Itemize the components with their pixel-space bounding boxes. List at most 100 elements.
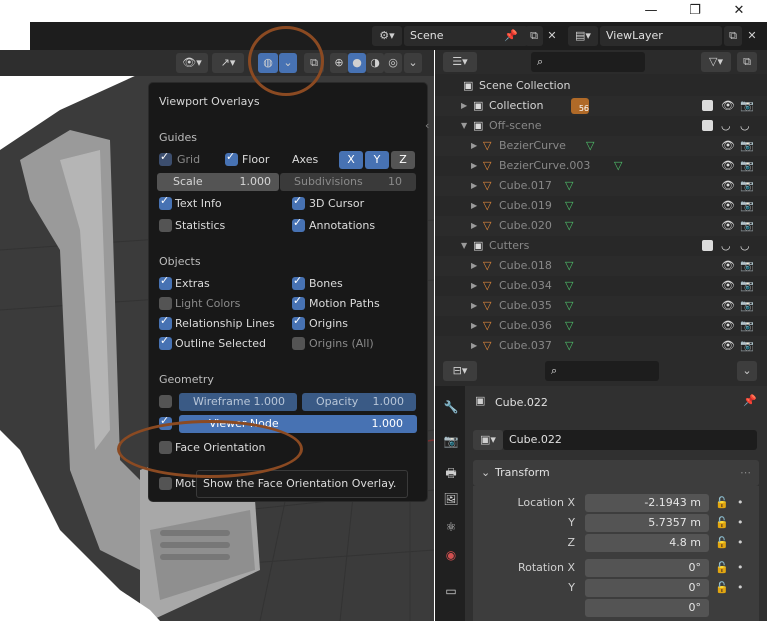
eye-icon[interactable]: 👁: [721, 336, 735, 356]
pin-icon[interactable]: 📌: [743, 394, 757, 407]
new-viewlayer-icon[interactable]: ⧉: [724, 26, 742, 46]
bones-checkbox[interactable]: [292, 274, 305, 290]
world-tab-icon[interactable]: ◉: [443, 548, 459, 564]
collection-tab-icon[interactable]: ▭: [443, 584, 459, 600]
editor-type-icon[interactable]: ⊟▾: [443, 361, 477, 381]
mesh-data-icon[interactable]: ▽: [565, 276, 573, 296]
outliner-row[interactable]: ▶ ▽ Cube.017 ▽ 👁 📷: [435, 176, 767, 196]
location-z-field[interactable]: 4.8 m: [585, 534, 709, 552]
camera-icon[interactable]: 📷: [740, 296, 754, 316]
render-tab-icon[interactable]: 📷: [443, 434, 459, 450]
camera-icon[interactable]: 📷: [740, 176, 754, 196]
maximize-icon[interactable]: ❐: [686, 3, 704, 19]
expand-arrow-icon[interactable]: ▶: [471, 296, 477, 316]
outliner-row[interactable]: ▶ ▽ Cube.037 ▽ 👁 📷: [435, 336, 767, 356]
camera-icon[interactable]: 📷: [740, 216, 754, 236]
exclude-checkbox[interactable]: [702, 240, 713, 251]
scale-field[interactable]: Scale 1.000: [157, 173, 279, 191]
opacity-field[interactable]: Opacity 1.000: [302, 393, 416, 411]
expand-arrow-icon[interactable]: ▶: [471, 256, 477, 276]
axis-y-toggle[interactable]: Y: [365, 151, 389, 169]
output-tab-icon[interactable]: 🖶: [443, 464, 459, 480]
3d-cursor-checkbox[interactable]: [292, 194, 305, 210]
exclude-checkbox[interactable]: [702, 120, 713, 131]
motion-tracking-checkbox[interactable]: [159, 477, 172, 490]
location-y-field[interactable]: 5.7357 m: [585, 514, 709, 532]
new-scene-icon[interactable]: ⧉: [525, 26, 543, 46]
annotations-checkbox[interactable]: [292, 216, 305, 232]
rotation-y-field[interactable]: 0°: [585, 579, 709, 597]
eye-icon[interactable]: 👁: [721, 296, 735, 316]
keyframe-dot-icon[interactable]: •: [737, 516, 744, 529]
shading-wireframe-icon[interactable]: ⊕: [330, 53, 348, 73]
camera-icon[interactable]: 📷: [740, 156, 754, 176]
shading-material-icon[interactable]: ◑: [366, 53, 384, 73]
eye-icon[interactable]: 👁: [721, 136, 735, 156]
camera-icon[interactable]: 📷: [740, 276, 754, 296]
statistics-checkbox[interactable]: [159, 219, 172, 232]
mesh-data-icon[interactable]: ▽: [565, 316, 573, 336]
display-mode-icon[interactable]: ☰▾: [443, 52, 477, 72]
outliner-row[interactable]: ▶ ▽ Cube.020 ▽ 👁 📷: [435, 216, 767, 236]
outliner-row[interactable]: ▼ ▣ Cutters ◡ ◡: [435, 236, 767, 256]
viewlayer-field[interactable]: ViewLayer: [600, 26, 722, 46]
mesh-data-icon[interactable]: ▽: [565, 196, 573, 216]
location-x-field[interactable]: -2.1943 m: [585, 494, 709, 512]
wireframe-checkbox[interactable]: [159, 395, 172, 408]
properties-search-input[interactable]: ⌕: [545, 361, 659, 381]
mesh-data-icon[interactable]: ▽: [586, 136, 594, 156]
tool-tab-icon[interactable]: 🔧: [443, 400, 459, 416]
outliner-row[interactable]: ▶ ▽ BezierCurve.003 ▽ 👁 📷: [435, 156, 767, 176]
motion-paths-checkbox[interactable]: [292, 294, 305, 310]
eye-icon[interactable]: 👁: [721, 176, 735, 196]
gizmo-toggle-icon[interactable]: ↗▾: [212, 53, 244, 73]
transform-panel-header[interactable]: ⌄ Transform ⋯: [473, 460, 759, 486]
outliner-row[interactable]: ▶ ▽ Cube.019 ▽ 👁 📷: [435, 196, 767, 216]
visibility-dropdown-icon[interactable]: 👁▾: [176, 53, 208, 73]
keyframe-dot-icon[interactable]: •: [737, 496, 744, 509]
mesh-data-icon[interactable]: ▽: [614, 156, 622, 176]
lock-icon[interactable]: 🔓: [715, 561, 729, 574]
object-name-field[interactable]: Cube.022: [503, 430, 757, 450]
keyframe-dot-icon[interactable]: •: [737, 561, 744, 574]
eye-icon[interactable]: 👁: [721, 276, 735, 296]
scene-selector-icon[interactable]: ⚙▾: [372, 26, 402, 46]
shading-dropdown-icon[interactable]: ⌄: [404, 53, 422, 73]
eye-icon[interactable]: 👁: [721, 216, 735, 236]
origins-all-checkbox[interactable]: [292, 337, 305, 350]
expand-arrow-icon[interactable]: ▶: [471, 316, 477, 336]
outliner-row[interactable]: ▶ ▽ BezierCurve ▽ 👁 📷: [435, 136, 767, 156]
relationship-lines-checkbox[interactable]: [159, 314, 172, 330]
viewlayer-selector-icon[interactable]: ▤▾: [568, 26, 598, 46]
eye-icon[interactable]: ◡: [721, 236, 731, 256]
outliner-row[interactable]: ▼ ▣ Off-scene ◡ ◡: [435, 116, 767, 136]
camera-icon[interactable]: ◡: [740, 116, 750, 136]
mesh-data-icon[interactable]: ▽: [565, 336, 573, 356]
expand-arrow-icon[interactable]: ▶: [471, 216, 477, 236]
camera-icon[interactable]: 📷: [740, 256, 754, 276]
rotation-x-field[interactable]: 0°: [585, 559, 709, 577]
outliner-row[interactable]: ▶ ▽ Cube.034 ▽ 👁 📷: [435, 276, 767, 296]
eye-icon[interactable]: 👁: [721, 256, 735, 276]
expand-arrow-icon[interactable]: ▶: [471, 156, 477, 176]
expand-arrow-icon[interactable]: ▶: [471, 176, 477, 196]
outliner-search-input[interactable]: ⌕: [531, 52, 645, 72]
scene-tab-icon[interactable]: ⚛: [443, 520, 459, 536]
keyframe-dot-icon[interactable]: •: [737, 536, 744, 549]
outline-selected-checkbox[interactable]: [159, 334, 172, 350]
floor-checkbox[interactable]: [225, 150, 238, 166]
axis-z-toggle[interactable]: Z: [391, 151, 415, 169]
expand-arrow-icon[interactable]: ▼: [461, 236, 467, 256]
expand-arrow-icon[interactable]: ▶: [471, 136, 477, 156]
camera-icon[interactable]: 📷: [740, 136, 754, 156]
delete-viewlayer-icon[interactable]: ✕: [744, 26, 760, 46]
delete-scene-icon[interactable]: ✕: [544, 26, 560, 46]
eye-icon[interactable]: ◡: [721, 116, 731, 136]
filter-icon[interactable]: ▽▾: [701, 52, 731, 72]
outliner-row[interactable]: ▶ ▽ Cube.018 ▽ 👁 📷: [435, 256, 767, 276]
rotation-z-field[interactable]: 0°: [585, 599, 709, 617]
eye-icon[interactable]: 👁: [721, 156, 735, 176]
mesh-data-icon[interactable]: ▽: [565, 176, 573, 196]
lock-icon[interactable]: 🔓: [715, 581, 729, 594]
expand-arrow-icon[interactable]: ▶: [471, 336, 477, 356]
